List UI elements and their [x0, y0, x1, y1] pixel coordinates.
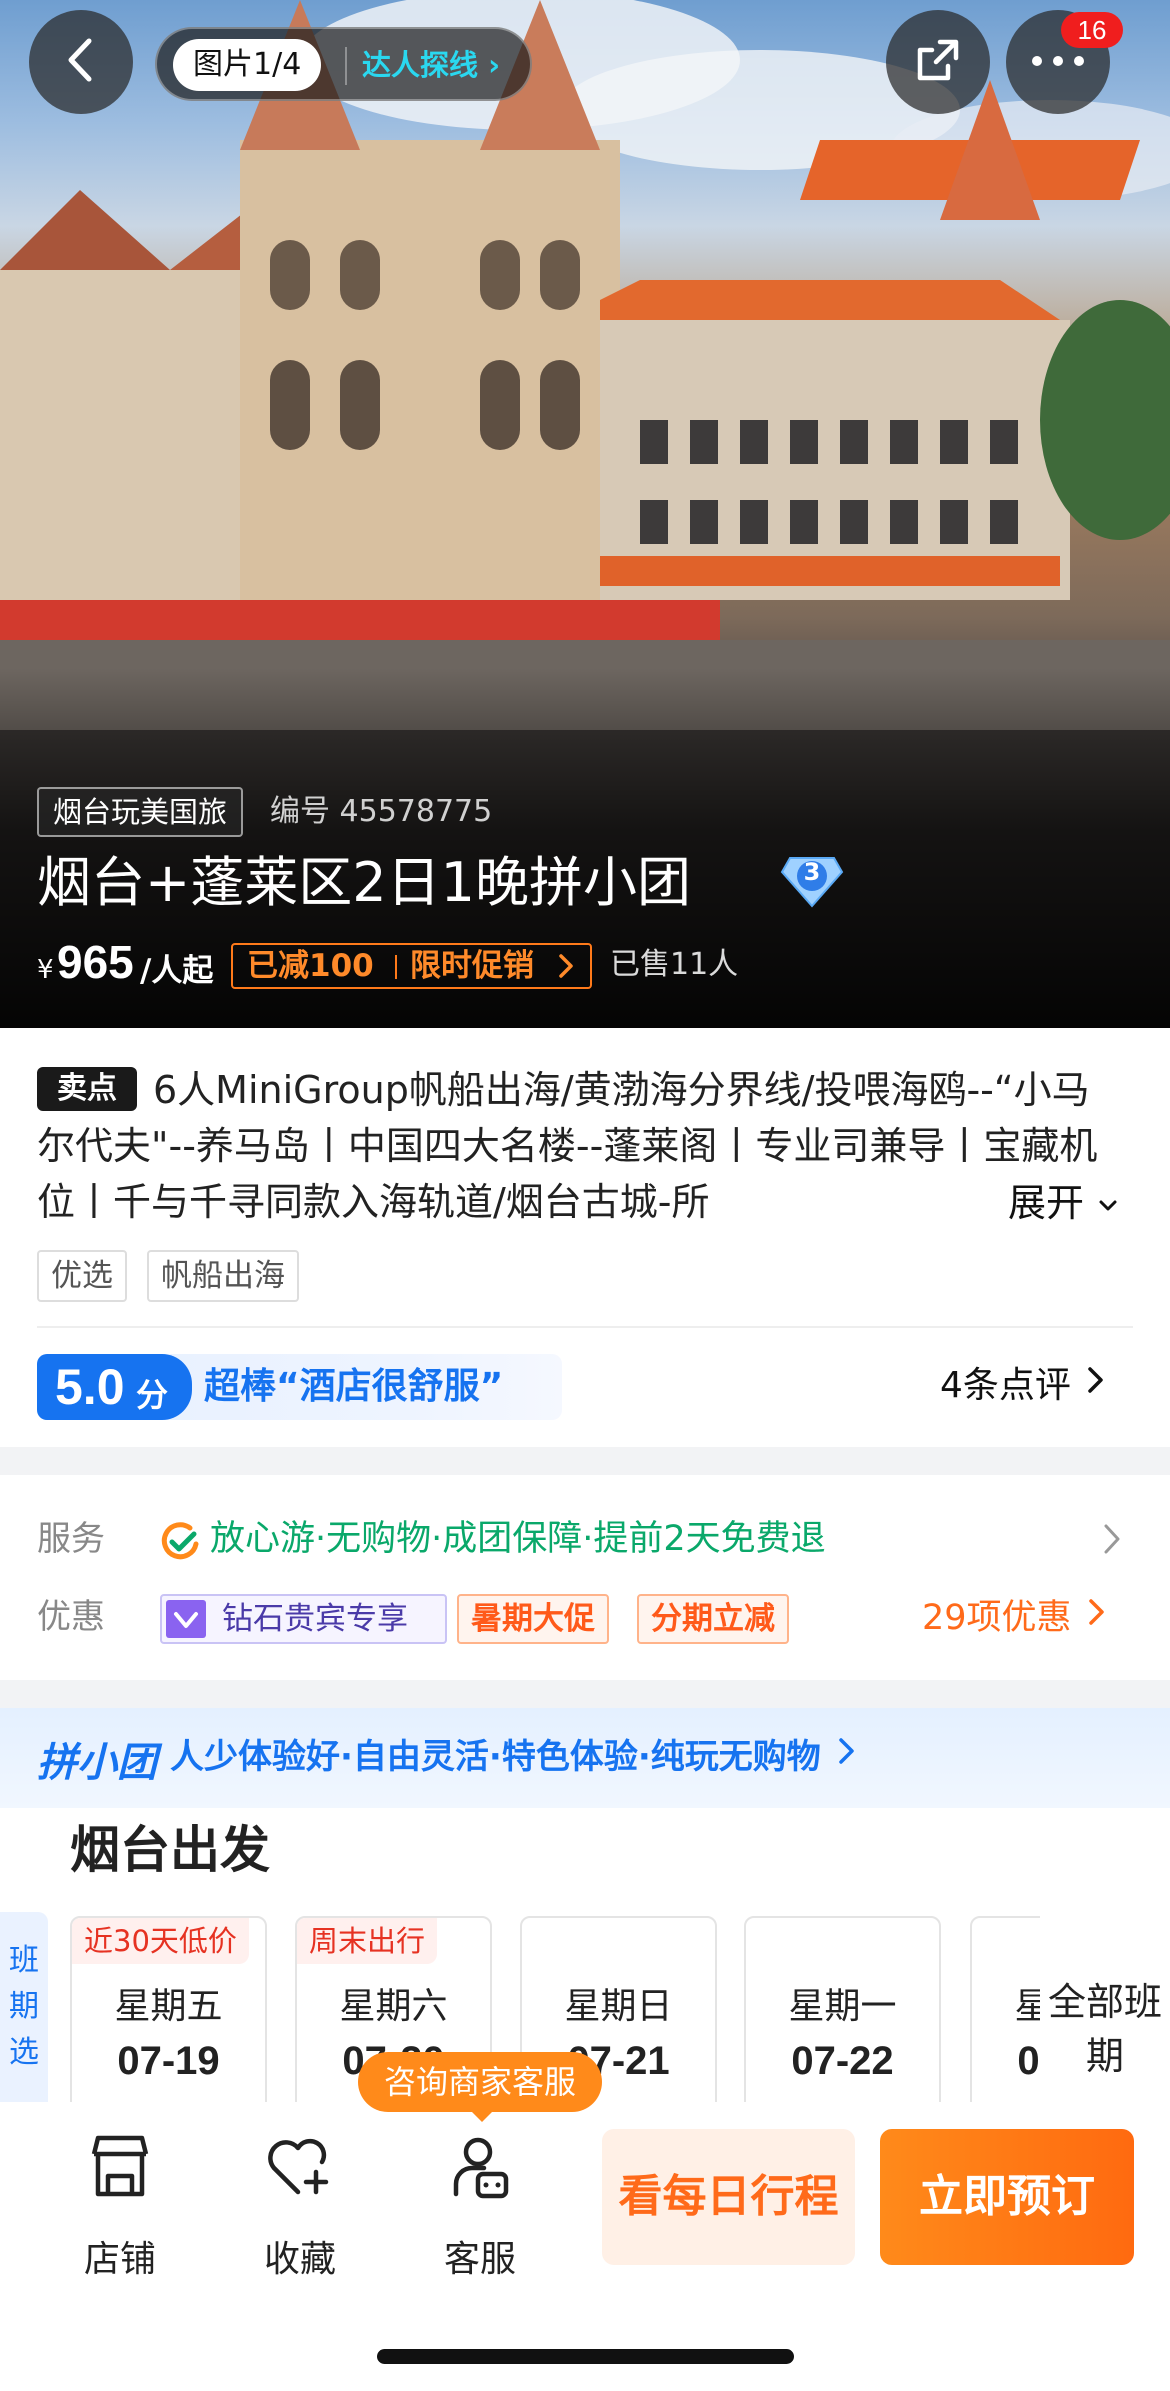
- service-label: 服务: [37, 1519, 105, 1559]
- vip-label: 钻石贵宾专享: [222, 1601, 408, 1637]
- talent-explore-link[interactable]: 达人探线 ›: [362, 43, 500, 87]
- share-icon: [910, 32, 966, 92]
- favorite-tab-label: 收藏: [263, 2239, 336, 2280]
- selling-points-label: 卖点: [37, 1067, 137, 1111]
- photo-counter-pill[interactable]: 图片1/4 达人探线 ›: [155, 27, 532, 101]
- chevron-right-icon: [1082, 1365, 1108, 1406]
- pin-group-slogan: 人少体验好·自由灵活·特色体验·纯玩无购物: [170, 1732, 859, 1782]
- date-weekday: 星期五: [114, 1986, 223, 2027]
- assurance-icon: [160, 1522, 202, 1574]
- rating-badge[interactable]: 5.0 分 超棒“酒店很舒服”: [37, 1354, 562, 1420]
- chevron-left-icon: [59, 35, 103, 89]
- diamond-vip-icon: [166, 1600, 206, 1638]
- selling-points-text: 6人MiniGroup帆船出海/黄渤海分界线/投喂海鸥--“小马尔代夫"--养马…: [37, 1068, 1098, 1224]
- home-indicator[interactable]: [377, 2349, 794, 2364]
- tag-chip: 优选: [37, 1250, 127, 1302]
- offers-label: 优惠: [37, 1597, 105, 1637]
- product-code: 编号 45578775: [270, 794, 493, 829]
- price-unit: /人起: [140, 953, 214, 989]
- divider: [37, 1326, 1133, 1328]
- photo-counter: 图片1/4: [173, 39, 322, 91]
- all-dates-button[interactable]: 全部班期: [1040, 1975, 1170, 2083]
- date-tag: 近30天低价: [72, 1918, 249, 1964]
- service-text: 放心游·无购物·成团保障·提前2天免费退: [210, 1519, 826, 1559]
- date-card[interactable]: 星期一 07-22: [744, 1916, 941, 2102]
- pill-divider: [345, 47, 347, 85]
- date-value: 07-23: [1017, 2039, 1040, 2083]
- promo-divider: [395, 955, 397, 979]
- chevron-down-icon: [1096, 1181, 1120, 1225]
- offer-tag[interactable]: 分期立减: [637, 1594, 789, 1644]
- shop-name-tag[interactable]: 烟台玩美国旅: [37, 787, 244, 837]
- chevron-right-icon: [833, 1737, 859, 1777]
- pin-group-banner[interactable]: 拼小团 人少体验好·自由灵活·特色体验·纯玩无购物: [0, 1708, 1170, 1808]
- expand-button[interactable]: 展开: [980, 1176, 1130, 1230]
- share-button[interactable]: [886, 10, 990, 114]
- vip-tag[interactable]: 钻石贵宾专享: [160, 1594, 447, 1644]
- price-value: 965: [57, 936, 134, 988]
- section-gap: [0, 1680, 1170, 1708]
- review-count: 4条点评: [940, 1365, 1071, 1406]
- currency-symbol: ¥: [37, 955, 54, 985]
- more-dots-icon: [1030, 53, 1086, 72]
- offers-count-link[interactable]: 29项优惠: [922, 1590, 1109, 1646]
- bottom-action-bar: 店铺 收藏 客服 看每日行程 立即预订: [0, 2102, 1170, 2391]
- date-card[interactable]: 近30天低价 星期五 07-19: [70, 1916, 267, 2102]
- talent-link-label: 达人探线: [362, 48, 479, 82]
- diamond-level-icon: 3: [780, 850, 844, 914]
- discount-label: 已减100: [247, 948, 374, 984]
- date-card[interactable]: 星期二 07-23: [970, 1916, 1040, 2102]
- level-number: 3: [803, 858, 821, 886]
- view-itinerary-button[interactable]: 看每日行程: [602, 2129, 855, 2265]
- customer-service-tab-label: 客服: [443, 2239, 516, 2280]
- schedule-stub[interactable]: 班期选: [0, 1912, 48, 2102]
- date-weekday: 星期六: [339, 1986, 448, 2027]
- date-tag: 周末出行: [297, 1918, 438, 1964]
- pin-group-slogan-text: 人少体验好·自由灵活·特色体验·纯玩无购物: [170, 1737, 821, 1777]
- date-weekday: 星期二: [972, 1982, 1040, 2032]
- sold-count: 已售11人: [610, 947, 739, 982]
- shop-tab-label: 店铺: [83, 2239, 156, 2280]
- score-unit: 分: [136, 1376, 169, 1414]
- chevron-right-icon: [1100, 1520, 1124, 1562]
- date-weekday: 星期日: [564, 1986, 673, 2027]
- date-value: 07-19: [117, 2039, 220, 2083]
- date-weekday: 星期一: [788, 1986, 897, 2027]
- date-value: 07-22: [791, 2039, 894, 2083]
- consult-bubble[interactable]: 咨询商家客服: [358, 2052, 602, 2112]
- chevron-right-icon: [555, 945, 579, 998]
- score-pill: 5.0 分: [37, 1354, 192, 1420]
- departure-title: 烟台出发: [70, 1821, 270, 1879]
- pin-group-logo: 拼小团: [37, 1740, 157, 1786]
- offers-count: 29项优惠: [922, 1598, 1072, 1638]
- chevron-right-icon: [1083, 1598, 1109, 1638]
- tag-chip: 帆船出海: [147, 1250, 299, 1302]
- expand-label: 展开: [1008, 1181, 1085, 1225]
- section-gap: [0, 1447, 1170, 1475]
- score-value: 5.0: [55, 1359, 125, 1415]
- offer-tag[interactable]: 暑期大促: [457, 1594, 609, 1644]
- notification-badge: 16: [1061, 12, 1123, 48]
- promo-label: 限时促销: [410, 948, 534, 984]
- promo-tag[interactable]: 已减100 限时促销: [231, 943, 592, 989]
- book-now-button[interactable]: 立即预订: [880, 2129, 1134, 2265]
- reviews-link[interactable]: 4条点评: [940, 1358, 1108, 1414]
- rating-summary: 超棒“酒店很舒服”: [204, 1366, 504, 1407]
- schedule-stub-label: 班期选: [9, 1943, 39, 2070]
- product-title: 烟台+蓬莱区2日1晚拼小团: [37, 851, 691, 914]
- consult-bubble-tail: [468, 2108, 496, 2122]
- back-button[interactable]: [29, 10, 133, 114]
